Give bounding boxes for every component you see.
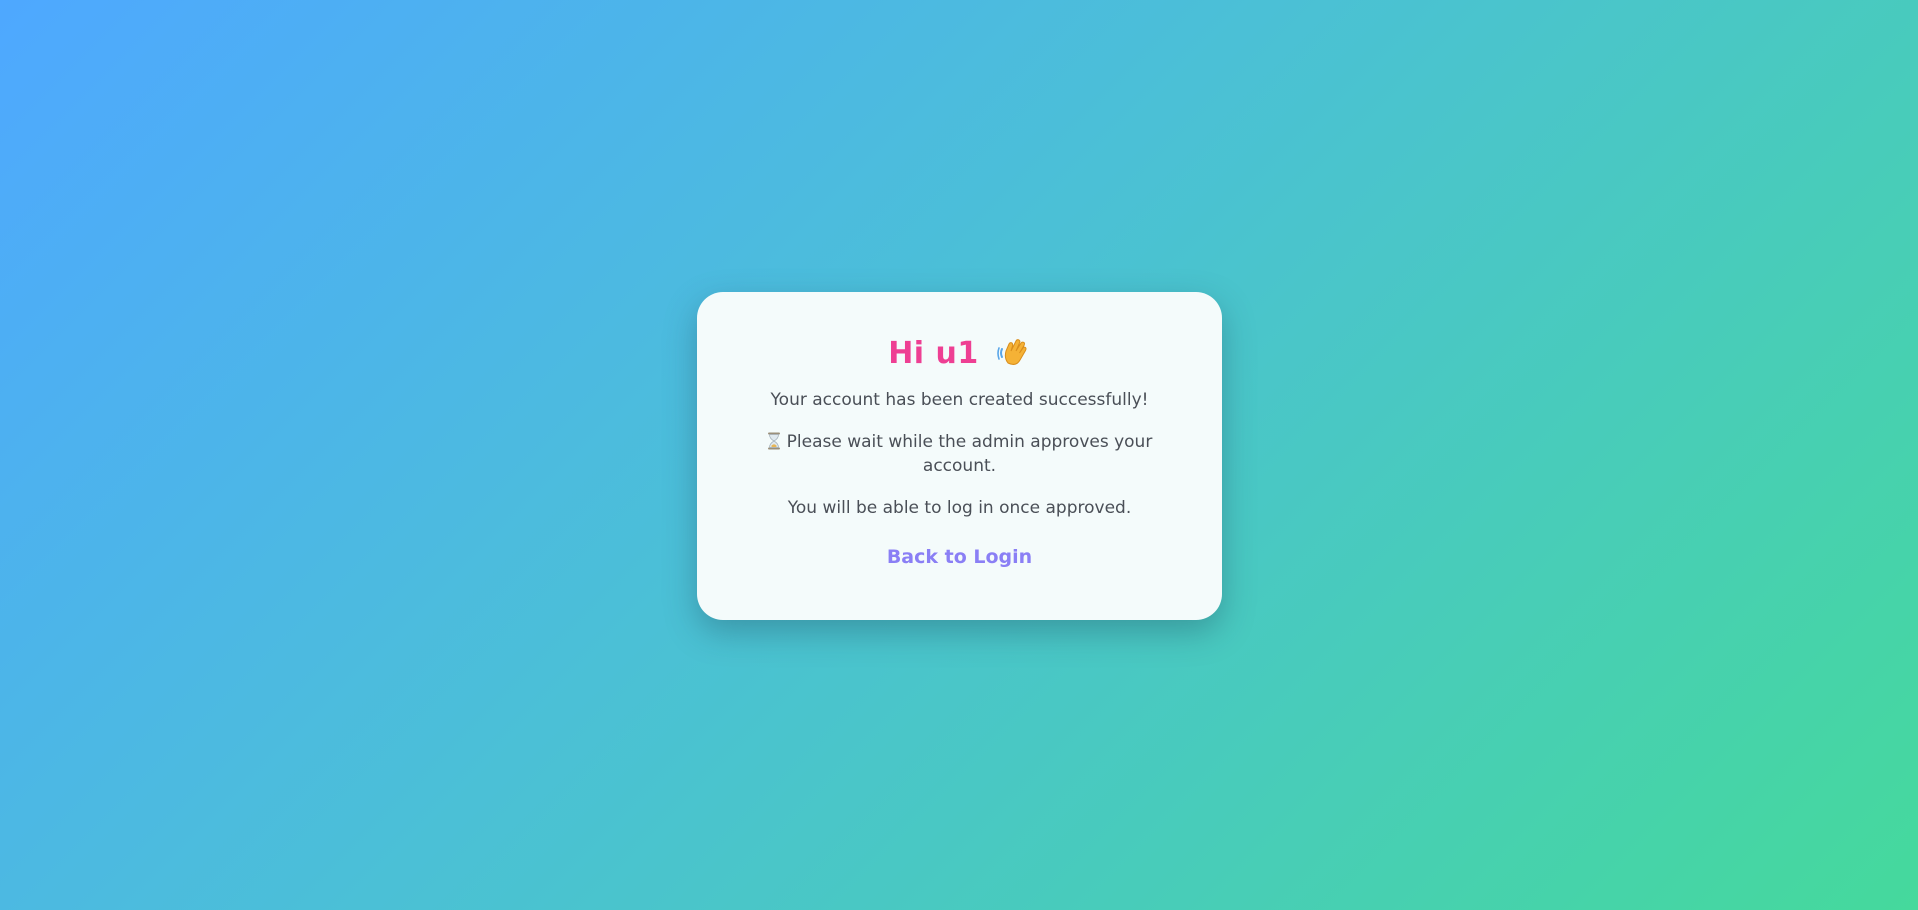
account-created-message: Your account has been created successful… (770, 390, 1149, 410)
greeting-title: Hi u1 (888, 335, 979, 371)
waving-hand-icon (996, 336, 1031, 370)
greeting-row: Hi u1 (697, 332, 1222, 374)
approval-pending-card: Hi u1 Your account has been created succ… (697, 292, 1222, 620)
hourglass-icon (767, 432, 781, 450)
login-info-message: You will be able to log in once approved… (787, 498, 1132, 518)
awaiting-approval-message: Please wait while the admin approves you… (765, 430, 1155, 478)
awaiting-approval-text: Please wait while the admin approves you… (786, 432, 1153, 476)
back-to-login-link[interactable]: Back to Login (887, 546, 1032, 568)
